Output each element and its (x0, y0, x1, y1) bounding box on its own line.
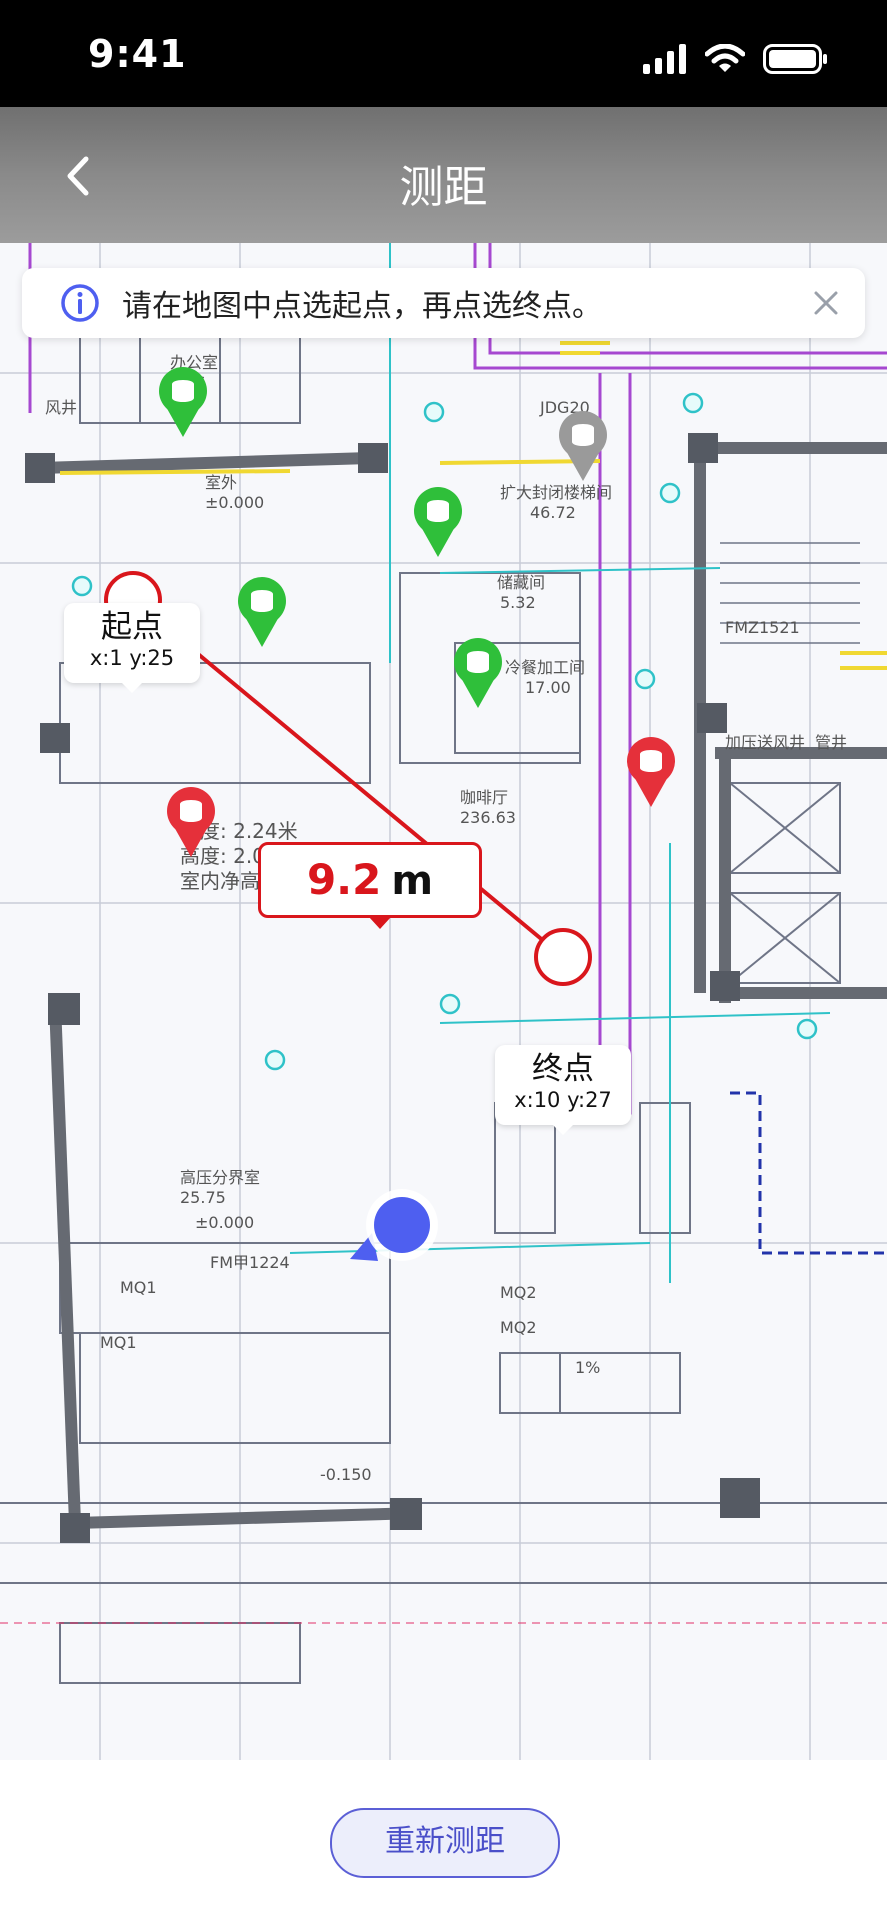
signal-icon (643, 44, 686, 74)
start-label: 起点 x:1 y:25 (64, 603, 200, 693)
floor-plan-map[interactable]: 办公室 2.66 室外 ±0.000 JDG20 扩大封闭楼梯间 46.72 储… (0, 243, 887, 1760)
nav-bar: 测距 (0, 107, 887, 243)
distance-label: 9.2 m (258, 842, 482, 929)
poi-marker-green[interactable] (159, 367, 207, 437)
measure-overlay (104, 367, 675, 1261)
status-time: 9:41 (88, 32, 187, 76)
bottom-bar: 重新测距 (0, 1760, 887, 1920)
hint-text: 请在地图中点选起点，再点选终点。 (122, 289, 602, 324)
poi-marker-green[interactable] (414, 487, 462, 557)
poi-marker-red[interactable] (167, 787, 215, 857)
start-label-name: 起点 (101, 609, 163, 645)
current-location-icon (350, 1189, 438, 1261)
page-title: 测距 (399, 162, 488, 213)
end-point[interactable] (534, 928, 592, 986)
distance-value: 9.2 (306, 855, 382, 904)
poi-marker-green[interactable] (454, 638, 502, 708)
battery-icon (763, 44, 827, 74)
status-icons (643, 44, 827, 74)
end-label-coord: x:10 y:27 (514, 1088, 612, 1112)
status-bar: 9:41 (0, 0, 887, 107)
end-label-name: 终点 (532, 1051, 594, 1087)
close-icon[interactable] (811, 288, 841, 318)
poi-marker-gray[interactable] (559, 411, 607, 481)
distance-unit: m (391, 858, 434, 904)
start-label-coord: x:1 y:25 (89, 646, 175, 670)
info-icon (61, 284, 99, 322)
poi-marker-green[interactable] (238, 577, 286, 647)
wifi-icon (705, 44, 745, 72)
poi-marker-red[interactable] (627, 737, 675, 807)
hint-banner: 请在地图中点选起点，再点选终点。 (22, 268, 865, 338)
end-label: 终点 x:10 y:27 (495, 1045, 631, 1135)
remeasure-button[interactable]: 重新测距 (330, 1808, 560, 1878)
